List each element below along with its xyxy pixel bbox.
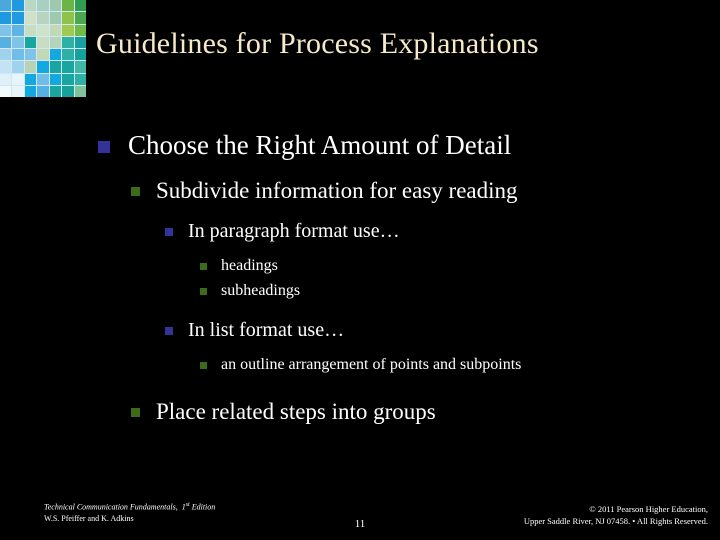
mosaic-cell <box>12 24 24 36</box>
mosaic-cell <box>74 49 86 61</box>
outline-item-label: Choose the Right Amount of Detail <box>128 130 512 160</box>
outline-body: Choose the Right Amount of Detail Subdiv… <box>0 128 720 433</box>
mosaic-cell <box>0 12 12 24</box>
mosaic-cell <box>12 12 24 24</box>
slide-canvas: Guidelines for Process Explanations Choo… <box>0 0 720 540</box>
mosaic-cell <box>0 61 12 73</box>
mosaic-cell <box>49 85 62 97</box>
mosaic-cell <box>0 73 12 85</box>
mosaic-cell <box>37 0 49 12</box>
outline-item-label: an outline arrangement of points and sub… <box>221 356 522 373</box>
mosaic-cell <box>62 24 74 36</box>
mosaic-cell <box>12 61 24 73</box>
mosaic-decoration <box>0 0 86 97</box>
mosaic-cell <box>12 85 24 97</box>
mosaic-cell <box>62 36 74 48</box>
outline-item-label: headings <box>221 257 278 274</box>
mosaic-cell <box>49 73 62 85</box>
mosaic-cell <box>24 0 37 12</box>
mosaic-cell <box>62 85 74 97</box>
square-bullet-green-icon <box>200 288 207 295</box>
outline-item-label: In list format use… <box>188 319 345 341</box>
mosaic-cell <box>24 49 37 61</box>
mosaic-cell <box>12 0 24 12</box>
page-title: Guidelines for Process Explanations <box>96 27 539 60</box>
mosaic-cell <box>74 24 86 36</box>
square-bullet-blue-icon <box>165 228 173 236</box>
mosaic-cell <box>24 61 37 73</box>
mosaic-cell <box>37 24 49 36</box>
outline-item-label: Subdivide information for easy reading <box>156 178 518 203</box>
outline-item-label: Place related steps into groups <box>156 399 436 424</box>
outline-item-level1: Choose the Right Amount of Detail <box>0 128 720 162</box>
outline-item-level2-b: Place related steps into groups <box>0 397 720 427</box>
outline-item-level3-a: In paragraph format use… <box>0 218 720 244</box>
mosaic-cell <box>0 36 12 48</box>
mosaic-cell <box>12 36 24 48</box>
mosaic-cell <box>0 24 12 36</box>
outline-item-label: In paragraph format use… <box>188 220 400 242</box>
outline-item-level4-a: headings <box>0 255 720 277</box>
square-bullet-green-icon <box>131 187 140 196</box>
footer-book-line: Technical Communication Fundamentals, 1s… <box>44 500 215 513</box>
footer-edition-word: Edition <box>191 502 216 512</box>
mosaic-cell <box>0 0 12 12</box>
mosaic-cell <box>74 0 86 12</box>
square-bullet-blue-icon <box>98 141 110 153</box>
mosaic-cell <box>49 24 62 36</box>
mosaic-cell <box>24 85 37 97</box>
square-bullet-blue-icon <box>165 327 173 335</box>
copyright-line-1: © 2011 Pearson Higher Education, <box>589 504 708 514</box>
mosaic-cell <box>12 73 24 85</box>
outline-item-level4-c: an outline arrangement of points and sub… <box>0 354 720 376</box>
mosaic-cell <box>62 12 74 24</box>
square-bullet-green-icon <box>131 408 140 417</box>
mosaic-cell <box>62 61 74 73</box>
mosaic-cell <box>24 12 37 24</box>
outline-item-level4-b: subheadings <box>0 280 720 302</box>
mosaic-cell <box>49 61 62 73</box>
outline-item-label: subheadings <box>221 282 301 299</box>
mosaic-cell <box>37 36 49 48</box>
mosaic-cell <box>37 85 49 97</box>
mosaic-cell <box>24 36 37 48</box>
footer-edition-suffix: st <box>185 502 190 508</box>
mosaic-cell <box>37 61 49 73</box>
mosaic-cell <box>62 0 74 12</box>
mosaic-cell <box>49 12 62 24</box>
footer-book-title: Technical Communication Fundamentals, <box>44 502 178 512</box>
mosaic-cell <box>24 73 37 85</box>
outline-item-level3-b: In list format use… <box>0 317 720 343</box>
mosaic-cell <box>62 49 74 61</box>
mosaic-cell <box>0 85 12 97</box>
mosaic-cell <box>37 12 49 24</box>
mosaic-cell <box>49 0 62 12</box>
mosaic-cell <box>37 49 49 61</box>
mosaic-cell <box>49 49 62 61</box>
square-bullet-green-icon <box>200 362 207 369</box>
outline-item-level2-a: Subdivide information for easy reading <box>0 176 720 206</box>
mosaic-cell <box>37 73 49 85</box>
mosaic-cell <box>74 73 86 85</box>
mosaic-cell <box>24 24 37 36</box>
mosaic-cell <box>62 73 74 85</box>
page-number: 11 <box>354 518 366 530</box>
mosaic-cell <box>74 12 86 24</box>
mosaic-cell <box>0 49 12 61</box>
mosaic-cell <box>49 36 62 48</box>
mosaic-cell <box>74 36 86 48</box>
mosaic-cell <box>74 85 86 97</box>
square-bullet-green-icon <box>200 263 207 270</box>
mosaic-cell <box>74 61 86 73</box>
mosaic-cell <box>12 49 24 61</box>
